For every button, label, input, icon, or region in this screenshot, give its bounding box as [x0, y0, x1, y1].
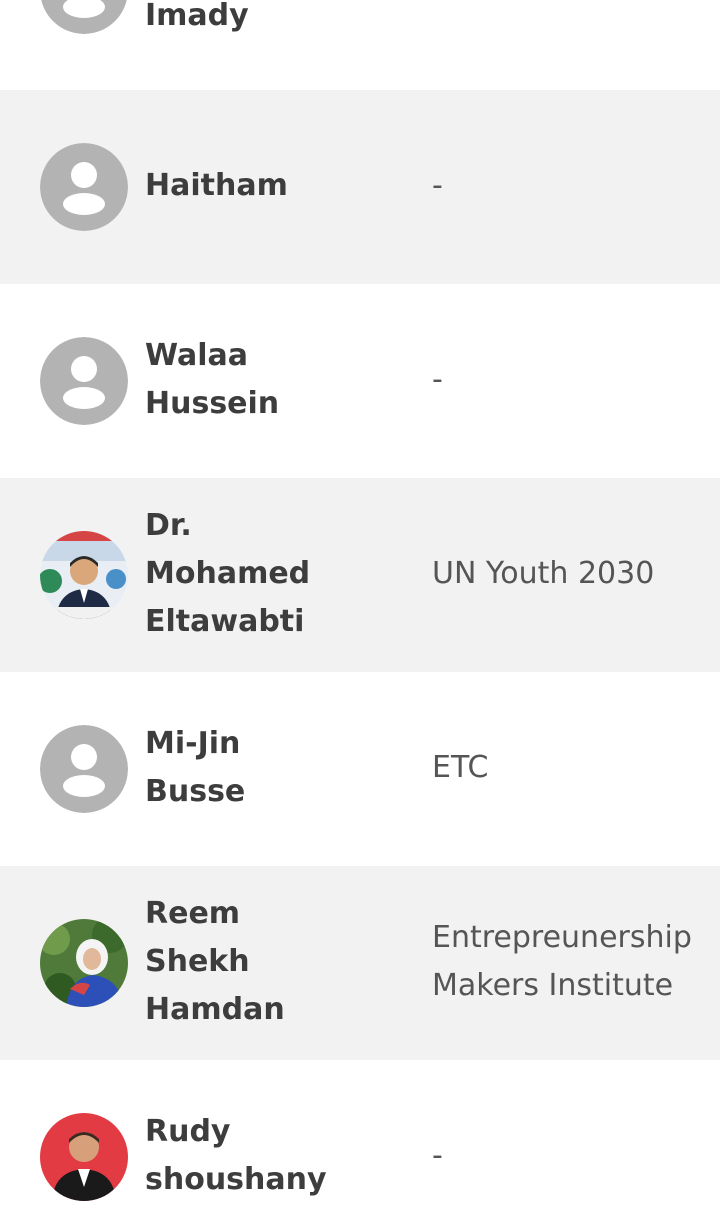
- member-name[interactable]: Haitham: [145, 162, 415, 210]
- member-name[interactable]: Imady: [145, 0, 415, 40]
- member-row[interactable]: Haitham -: [0, 90, 720, 286]
- member-photo-avatar[interactable]: [40, 919, 128, 1007]
- member-organization: ETC: [432, 750, 489, 785]
- member-photo-avatar[interactable]: [40, 1113, 128, 1201]
- member-organization: -: [432, 362, 443, 397]
- member-organization: -: [432, 1138, 443, 1173]
- default-avatar-icon[interactable]: [40, 143, 128, 231]
- member-row[interactable]: Dr. Mohamed Eltawabti UN Youth 2030: [0, 478, 720, 674]
- default-avatar-icon[interactable]: [40, 725, 128, 813]
- member-row[interactable]: Rudy shoushany -: [0, 1060, 720, 1228]
- member-row[interactable]: Mi-Jin Busse ETC: [0, 672, 720, 868]
- member-organization: Entrepreunership Makers Institute: [432, 920, 692, 1003]
- member-name[interactable]: Walaa Hussein: [145, 332, 415, 428]
- member-name[interactable]: Rudy shoushany: [145, 1108, 415, 1204]
- default-avatar-icon[interactable]: [40, 337, 128, 425]
- member-name[interactable]: Mi-Jin Busse: [145, 720, 415, 816]
- member-list: Imady Haitham - Walaa Hussein - Dr. Moha…: [0, 0, 720, 1228]
- member-row[interactable]: Reem Shekh Hamdan Entrepreunership Maker…: [0, 866, 720, 1062]
- member-name[interactable]: Reem Shekh Hamdan: [145, 890, 415, 1034]
- member-row[interactable]: Imady: [0, 0, 720, 92]
- member-organization: -: [432, 168, 443, 203]
- member-row[interactable]: Walaa Hussein -: [0, 284, 720, 480]
- member-organization: UN Youth 2030: [432, 556, 655, 591]
- member-name[interactable]: Dr. Mohamed Eltawabti: [145, 502, 415, 646]
- member-photo-avatar[interactable]: [40, 531, 128, 619]
- default-avatar-icon[interactable]: [40, 0, 128, 34]
